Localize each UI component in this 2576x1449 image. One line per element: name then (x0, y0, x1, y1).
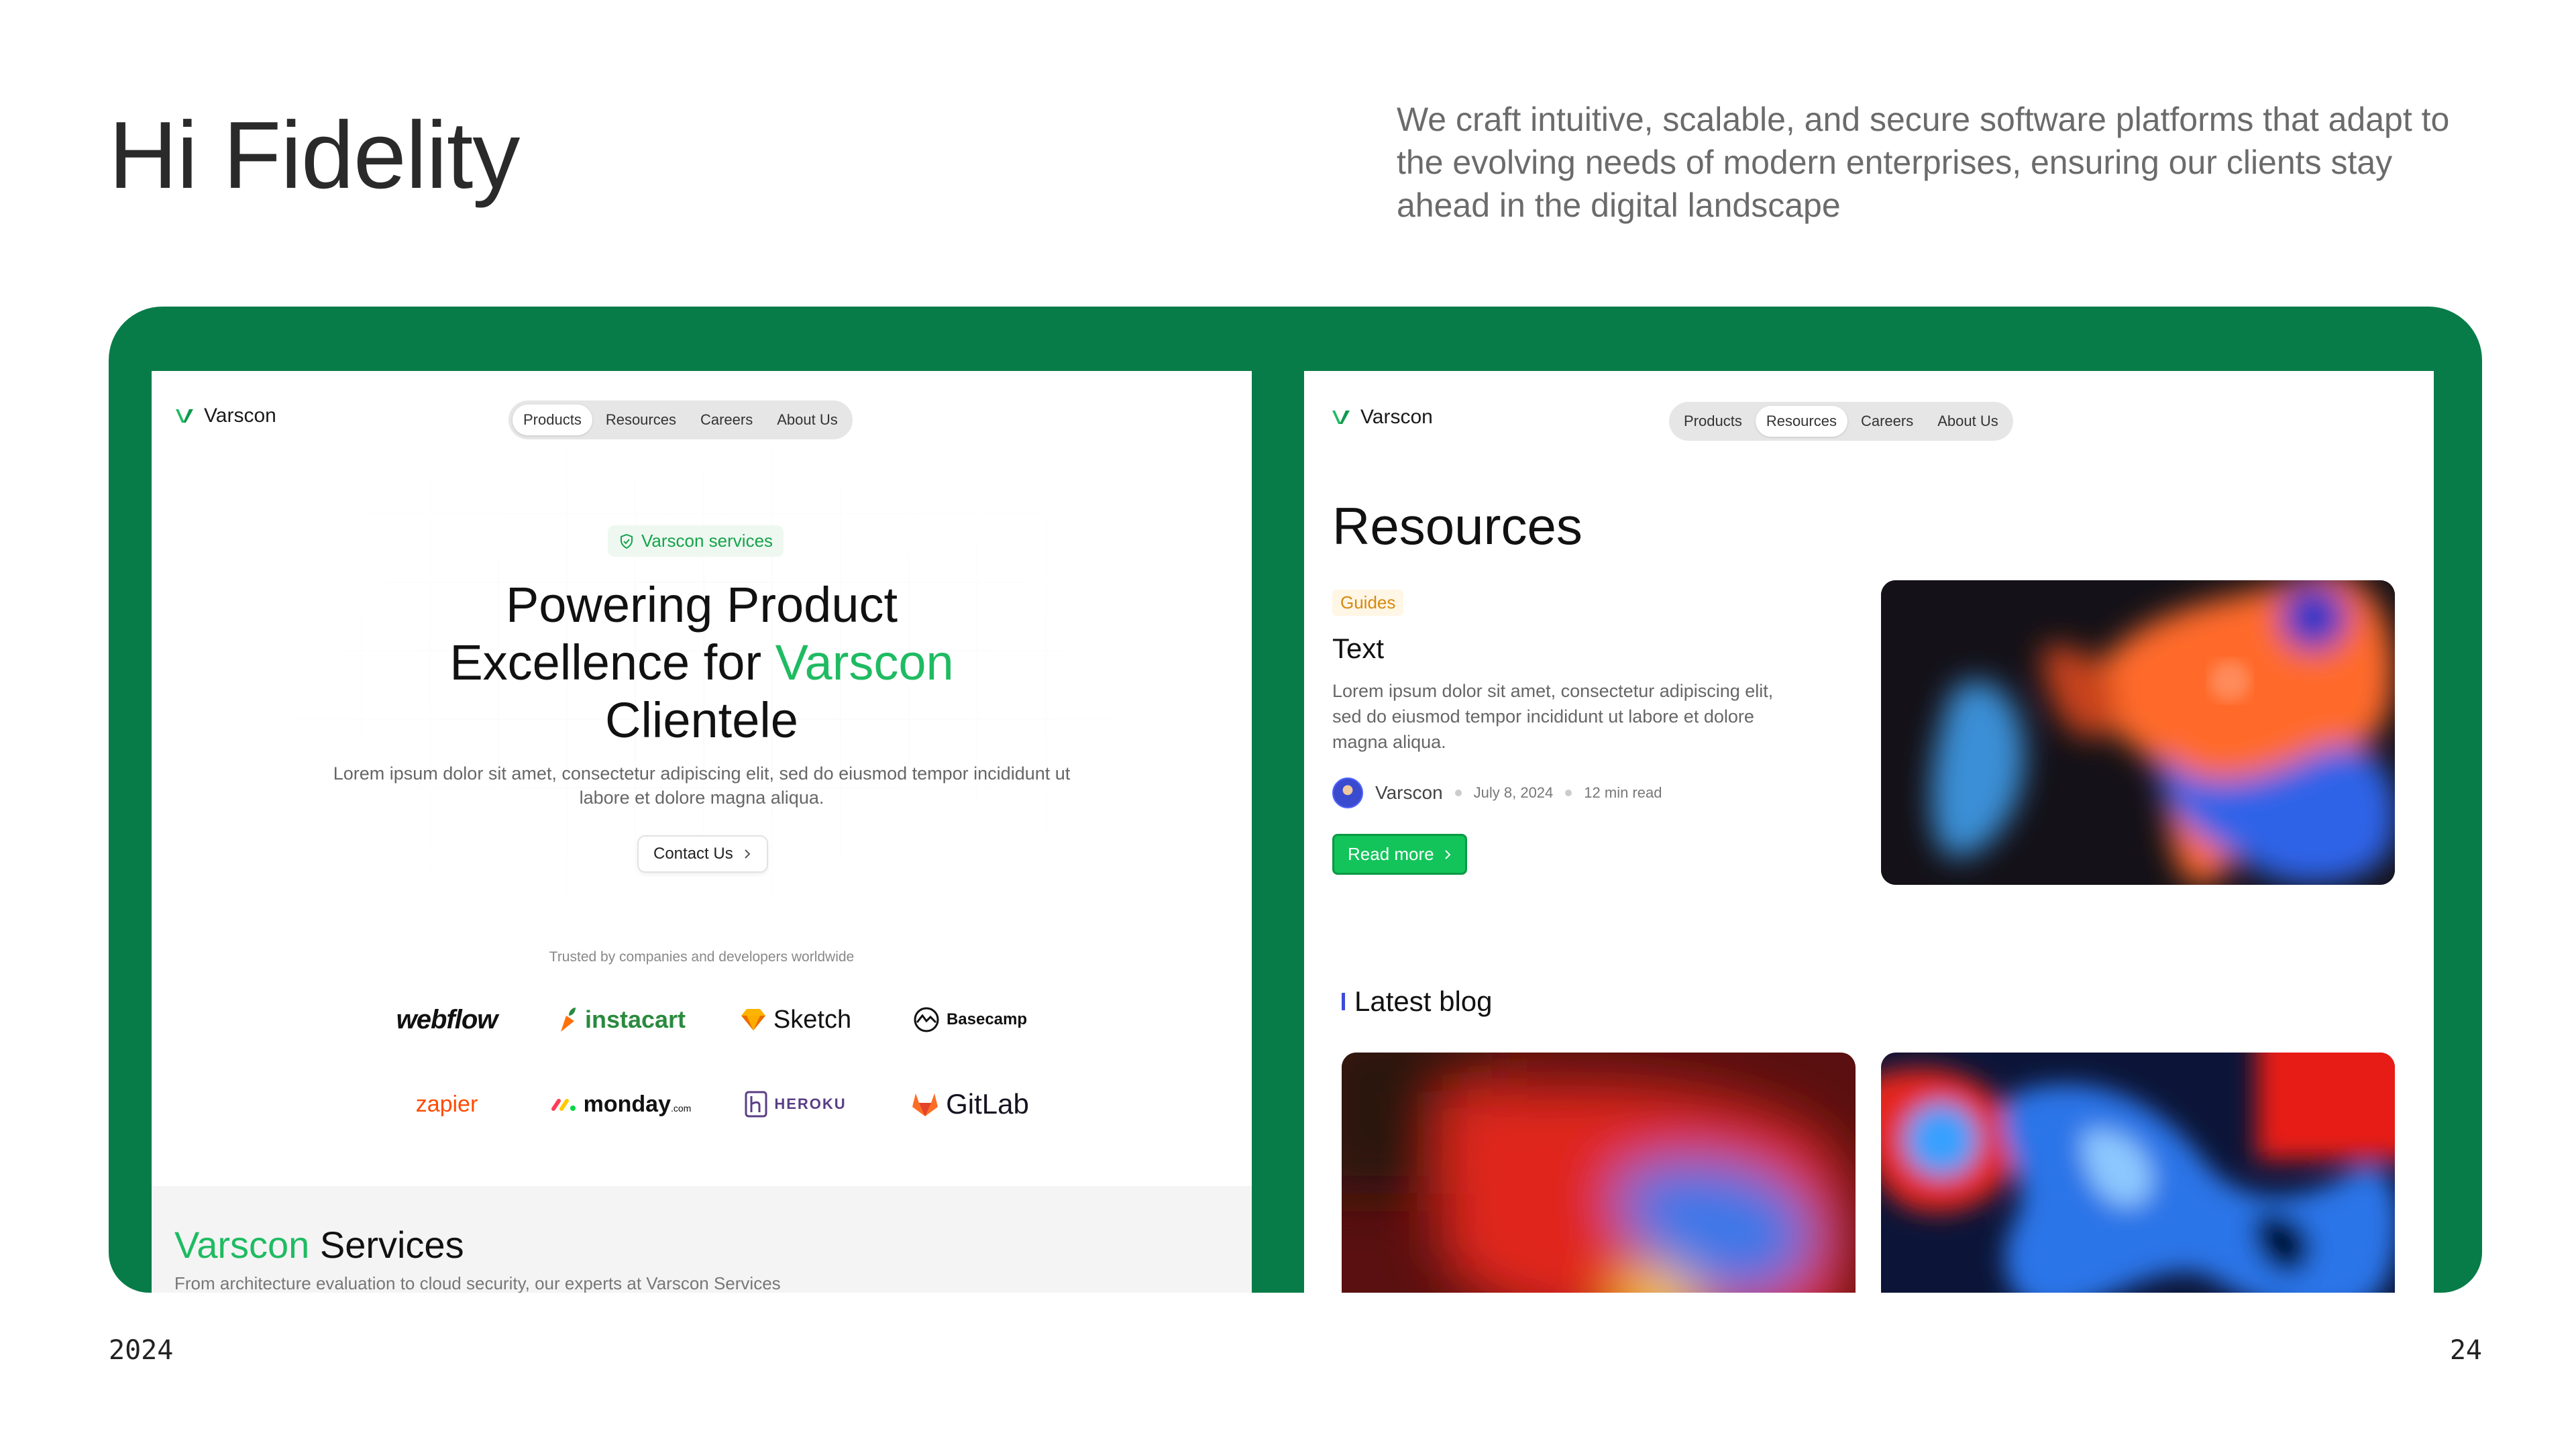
footer-year: 2024 (109, 1335, 174, 1366)
resources-page-mockup: Varscon Products Resources Careers About… (1304, 371, 2434, 1293)
hero-title: Powering Product Excellence for Varscon … (333, 576, 1071, 749)
heroku-icon (745, 1091, 767, 1118)
featured-post-image[interactable] (1881, 580, 2395, 885)
gitlab-logo: GitLab (883, 1086, 1057, 1122)
blog-card-image[interactable] (1881, 1053, 2395, 1293)
post-meta: Varscon July 8, 2024 12 min read (1332, 777, 1662, 808)
badge-label: Varscon services (641, 531, 773, 551)
zapier-logo: zapier (360, 1086, 534, 1122)
heroku-wordmark: HEROKU (774, 1095, 847, 1112)
basecamp-wordmark: Basecamp (946, 1010, 1028, 1028)
monday-wordmark: monday.com (584, 1091, 692, 1118)
monday-name: monday (583, 1091, 671, 1117)
nav-resources[interactable]: Resources (595, 405, 687, 435)
mockup-frame: Varscon Products Resources Careers About… (109, 307, 2482, 1293)
basecamp-logo: Basecamp (883, 1002, 1057, 1038)
page-number: 24 (2449, 1335, 2482, 1366)
services-subtitle: From architecture evaluation to cloud se… (174, 1273, 781, 1293)
home-page-mockup: Varscon Products Resources Careers About… (152, 371, 1252, 1293)
heroku-logo: HEROKU (708, 1086, 883, 1122)
featured-post-description: Lorem ipsum dolor sit amet, consectetur … (1332, 681, 1774, 752)
nav-resources[interactable]: Resources (1755, 406, 1847, 437)
nav-bar: Products Resources Careers About Us (1669, 402, 2013, 441)
logo[interactable]: Varscon (174, 405, 276, 427)
read-more-button[interactable]: Read more (1332, 834, 1467, 875)
logo[interactable]: Varscon (1331, 406, 1433, 429)
varscon-logo-icon (176, 409, 193, 423)
nav-careers[interactable]: Careers (1850, 406, 1924, 437)
nav-products[interactable]: Products (1673, 406, 1753, 437)
category-tag[interactable]: Guides (1332, 590, 1404, 616)
read-more-label: Read more (1348, 844, 1434, 864)
hero-title-prefix: Excellence for (449, 635, 775, 690)
read-time: 12 min read (1584, 784, 1662, 801)
abstract-gradient-art (1881, 580, 2395, 885)
nav-careers[interactable]: Careers (690, 405, 763, 435)
slide-title: Hi Fidelity (109, 102, 520, 209)
hero-title-line-3: Clientele (605, 692, 798, 748)
monday-suffix: .com (671, 1102, 692, 1114)
contact-us-label: Contact Us (653, 845, 733, 863)
contact-us-button[interactable]: Contact Us (637, 835, 768, 873)
services-badge: Varscon services (608, 525, 784, 557)
separator-dot (1454, 790, 1462, 796)
blog-card-image[interactable] (1342, 1053, 1856, 1293)
nav-about-us[interactable]: About Us (766, 405, 849, 435)
monday-logo: monday.com (534, 1086, 708, 1122)
sketch-diamond-icon (741, 1009, 765, 1030)
abstract-gradient-art (1342, 1053, 1856, 1293)
post-date: July 8, 2024 (1473, 784, 1554, 801)
hero-title-line-2: Excellence for Varscon (333, 634, 1071, 692)
sketch-logo: Sketch (708, 1002, 883, 1038)
separator-dot (1565, 790, 1572, 796)
instacart-wordmark: instacart (584, 1006, 686, 1033)
author-avatar (1332, 777, 1363, 808)
hero-title-accent: Varscon (775, 635, 954, 690)
webflow-logo: webflow (360, 1002, 534, 1038)
nav-bar: Products Resources Careers About Us (508, 400, 853, 439)
shield-check-icon (621, 533, 633, 549)
gitlab-wordmark: GitLab (946, 1088, 1029, 1120)
services-title: Varscon Services (174, 1223, 464, 1267)
chevron-right-icon (1444, 849, 1451, 859)
featured-post-title[interactable]: Text (1332, 633, 1384, 665)
instacart-logo: instacart (534, 1002, 708, 1038)
abstract-gradient-art (1881, 1053, 2395, 1293)
sketch-wordmark: Sketch (773, 1005, 852, 1034)
latest-blog-heading: Latest blog (1342, 985, 1493, 1018)
latest-blog-label: Latest blog (1354, 985, 1493, 1017)
brand-logos: webflow instacart Sketch Basecamp zapier… (360, 1002, 1057, 1122)
heading-accent-bar (1342, 993, 1345, 1010)
monday-dots-icon (551, 1099, 576, 1111)
logo-text: Varscon (1360, 406, 1433, 428)
nav-products[interactable]: Products (513, 405, 592, 435)
gitlab-fox-icon (912, 1093, 938, 1116)
services-title-rest: Services (309, 1224, 464, 1266)
author-name: Varscon (1375, 782, 1443, 803)
basecamp-icon (914, 1007, 939, 1032)
hero-subtitle: Lorem ipsum dolor sit amet, consectetur … (333, 763, 1071, 808)
hero-title-line-1: Powering Product (505, 577, 898, 633)
logo-text: Varscon (204, 405, 276, 427)
carrot-icon (560, 1008, 576, 1032)
trusted-text: Trusted by companies and developers worl… (549, 949, 855, 965)
page-title: Resources (1332, 496, 1582, 555)
chevron-right-icon (745, 849, 751, 859)
zapier-wordmark: zapier (415, 1091, 478, 1117)
nav-about-us[interactable]: About Us (1927, 406, 2009, 437)
varscon-logo-icon (1332, 411, 1350, 424)
services-title-accent: Varscon (174, 1224, 310, 1266)
webflow-wordmark: webflow (396, 1004, 498, 1034)
slide-description: We craft intuitive, scalable, and secure… (1397, 101, 2450, 224)
